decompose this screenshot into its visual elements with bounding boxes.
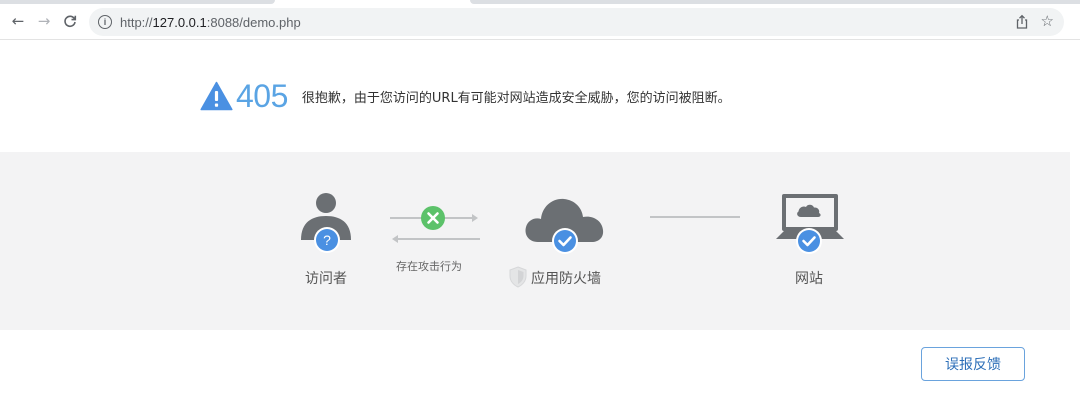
back-arrow-icon[interactable]: ← (7, 10, 29, 32)
error-code: 405 (236, 78, 288, 114)
forward-arrow-icon[interactable]: → (33, 10, 55, 32)
firewall-label: 应用防火墙 (531, 271, 601, 287)
url-path: :8088/demo.php (206, 14, 301, 30)
website-laptop-icon (776, 194, 844, 254)
attack-detected-label: 存在攻击行为 (396, 260, 462, 273)
url-text[interactable]: http://127.0.0.1:8088/demo.php (120, 15, 301, 30)
blocked-traffic-arrows (390, 206, 480, 243)
address-bar[interactable]: i http://127.0.0.1:8088/demo.php ☆ (89, 8, 1064, 36)
flow-diagram: ? 访问者 存在攻击行为 应用防火墙 网站 (0, 152, 1070, 330)
bookmark-star-icon[interactable]: ☆ (1041, 12, 1054, 30)
reload-icon-glyph (64, 15, 77, 28)
url-scheme: http:// (120, 14, 153, 30)
svg-text:?: ? (323, 232, 331, 248)
visitor-label: 访问者 (305, 271, 347, 287)
connection-line (650, 216, 740, 218)
block-reason-text: 很抱歉，由于您访问的URL有可能对网站造成安全威胁，您的访问被阻断。 (301, 90, 731, 106)
url-host: 127.0.0.1 (152, 14, 207, 30)
reload-icon[interactable] (59, 10, 81, 32)
site-info-icon[interactable]: i (98, 15, 112, 29)
firewall-cloud-icon (525, 198, 604, 254)
warning-triangle-icon (200, 81, 233, 111)
shield-icon (509, 266, 527, 288)
visitor-icon: ? (301, 193, 351, 253)
browser-toolbar: ← → i http://127.0.0.1:8088/demo.php ☆ (0, 4, 1080, 40)
block-message: 405 很抱歉，由于您访问的URL有可能对网站造成安全威胁，您的访问被阻断。 (200, 78, 731, 114)
share-icon[interactable] (1014, 14, 1030, 30)
website-label: 网站 (795, 271, 823, 287)
false-positive-feedback-button[interactable]: 误报反馈 (921, 347, 1025, 381)
